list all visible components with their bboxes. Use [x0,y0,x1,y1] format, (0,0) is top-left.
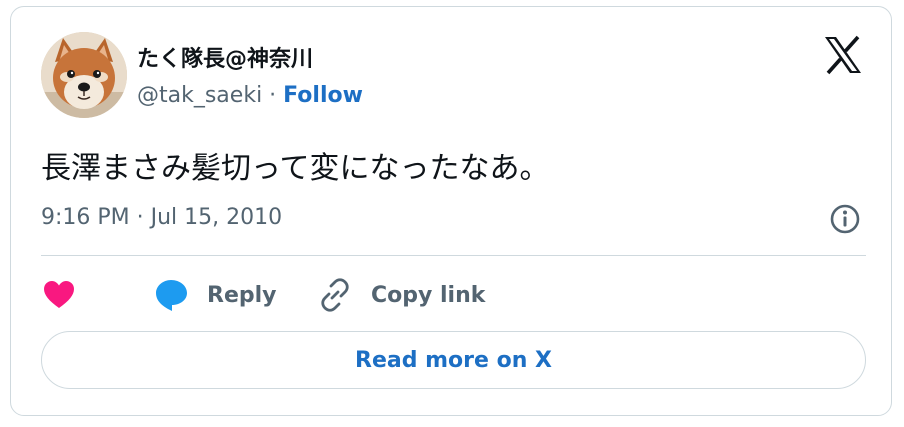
handle-row: @tak_saeki · Follow [137,83,363,108]
read-more-button[interactable]: Read more on X [41,331,866,389]
shiba-dog-avatar-icon [41,32,127,118]
reply-label: Reply [207,282,277,308]
reply-button[interactable]: Reply [153,275,277,315]
display-name[interactable]: たく隊長@神奈川 [137,41,313,73]
separator: · [262,83,284,108]
speech-bubble-icon [156,280,187,311]
heart-icon [44,281,74,308]
x-logo-icon[interactable] [823,35,863,75]
copy-link-label: Copy link [371,282,486,308]
handle[interactable]: @tak_saeki [137,83,262,108]
follow-button[interactable]: Follow [283,83,363,108]
link-icon [321,278,349,312]
tweet-text: 長澤まさみ髪切って変になったなあ。 [41,151,550,186]
timestamp[interactable]: 9:16 PM · Jul 15, 2010 [41,205,282,230]
like-button[interactable] [41,275,77,315]
divider [41,255,866,256]
action-bar: Reply Copy link [41,275,867,315]
read-more-label: Read more on X [355,347,552,373]
avatar[interactable] [41,32,127,118]
tweet-card: たく隊長@神奈川 @tak_saeki · Follow 長澤まさみ髪切って変に… [10,6,892,416]
copy-link-button[interactable]: Copy link [317,275,485,315]
info-icon[interactable] [829,203,861,235]
